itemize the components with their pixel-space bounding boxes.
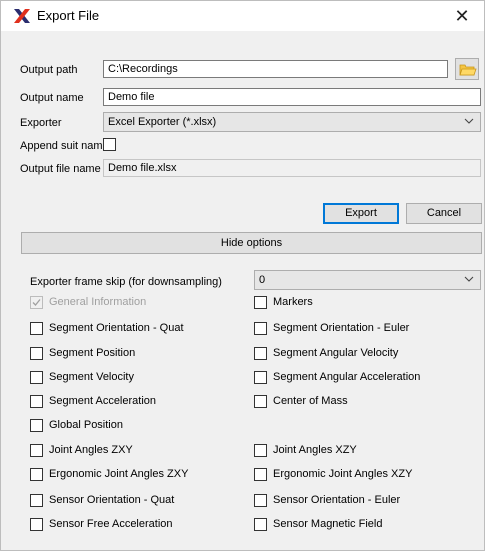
checkmark-icon — [32, 299, 41, 306]
joint-angles-xzy-label: Joint Angles XZY — [273, 444, 357, 456]
markers-label: Markers — [273, 296, 313, 308]
segment-velocity-checkbox[interactable] — [30, 371, 43, 384]
output-name-label: Output name — [20, 92, 84, 104]
sensor-orientation-euler-checkbox[interactable] — [254, 494, 267, 507]
sensor-magnetic-field-label: Sensor Magnetic Field — [273, 518, 383, 530]
center-of-mass-checkbox[interactable] — [254, 395, 267, 408]
sensor-magnetic-field-checkbox[interactable] — [254, 518, 267, 531]
folder-icon — [459, 64, 477, 76]
center-of-mass-label: Center of Mass — [273, 395, 348, 407]
sensor-free-acceleration-checkbox[interactable] — [30, 518, 43, 531]
joint-angles-zxy-checkbox[interactable] — [30, 444, 43, 457]
exporter-select-value: Excel Exporter (*.xlsx) — [108, 116, 217, 128]
segment-orientation-euler-label: Segment Orientation - Euler — [273, 322, 410, 334]
title-bar: Export File ✕ — [1, 1, 484, 31]
window-title: Export File — [37, 8, 100, 23]
segment-orientation-euler-checkbox[interactable] — [254, 322, 267, 335]
export-file-dialog: Export File ✕ Output path C:\Recordings … — [0, 0, 485, 551]
output-file-name-field: Demo file.xlsx — [103, 159, 481, 177]
cancel-button[interactable]: Cancel — [406, 203, 482, 224]
x-logo-icon — [14, 9, 30, 23]
append-suit-name-label: Append suit name — [20, 140, 109, 152]
exporter-select[interactable]: Excel Exporter (*.xlsx) — [103, 112, 481, 132]
segment-angular-acceleration-checkbox[interactable] — [254, 371, 267, 384]
close-button[interactable]: ✕ — [440, 1, 484, 31]
output-path-field[interactable]: C:\Recordings — [103, 60, 448, 78]
append-suit-name-checkbox[interactable] — [103, 138, 116, 151]
close-icon: ✕ — [454, 6, 470, 26]
general-information-checkbox — [30, 296, 43, 309]
segment-acceleration-checkbox[interactable] — [30, 395, 43, 408]
segment-angular-velocity-checkbox[interactable] — [254, 347, 267, 360]
joint-angles-zxy-label: Joint Angles ZXY — [49, 444, 133, 456]
frame-skip-label: Exporter frame skip (for downsampling) — [30, 276, 222, 288]
segment-position-checkbox[interactable] — [30, 347, 43, 360]
segment-velocity-label: Segment Velocity — [49, 371, 134, 383]
joint-angles-xzy-checkbox[interactable] — [254, 444, 267, 457]
segment-orientation-quat-label: Segment Orientation - Quat — [49, 322, 184, 334]
output-path-label: Output path — [20, 64, 78, 76]
output-name-field[interactable]: Demo file — [103, 88, 481, 106]
global-position-checkbox[interactable] — [30, 419, 43, 432]
frame-skip-select-value: 0 — [259, 274, 266, 286]
segment-acceleration-label: Segment Acceleration — [49, 395, 157, 407]
sensor-free-acceleration-label: Sensor Free Acceleration — [49, 518, 173, 530]
export-button[interactable]: Export — [323, 203, 399, 224]
global-position-label: Global Position — [49, 419, 123, 431]
segment-position-label: Segment Position — [49, 347, 136, 359]
ergonomic-joint-angles-zxy-label: Ergonomic Joint Angles ZXY — [49, 468, 189, 480]
chevron-down-icon — [464, 118, 474, 124]
browse-folder-button[interactable] — [455, 58, 479, 80]
ergonomic-joint-angles-zxy-checkbox[interactable] — [30, 468, 43, 481]
segment-orientation-quat-checkbox[interactable] — [30, 322, 43, 335]
markers-checkbox[interactable] — [254, 296, 267, 309]
sensor-orientation-quat-checkbox[interactable] — [30, 494, 43, 507]
sensor-orientation-euler-label: Sensor Orientation - Euler — [273, 494, 401, 506]
hide-options-button[interactable]: Hide options — [21, 232, 482, 254]
frame-skip-select[interactable]: 0 — [254, 270, 481, 290]
dialog-content: Output path C:\Recordings Output name De… — [1, 32, 484, 550]
segment-angular-acceleration-label: Segment Angular Acceleration — [273, 371, 421, 383]
segment-angular-velocity-label: Segment Angular Velocity — [273, 347, 399, 359]
exporter-label: Exporter — [20, 117, 62, 129]
output-file-name-label: Output file name — [20, 163, 101, 175]
chevron-down-icon — [464, 276, 474, 282]
ergonomic-joint-angles-xzy-checkbox[interactable] — [254, 468, 267, 481]
sensor-orientation-quat-label: Sensor Orientation - Quat — [49, 494, 175, 506]
general-information-label: General Information — [49, 296, 147, 308]
ergonomic-joint-angles-xzy-label: Ergonomic Joint Angles XZY — [273, 468, 413, 480]
